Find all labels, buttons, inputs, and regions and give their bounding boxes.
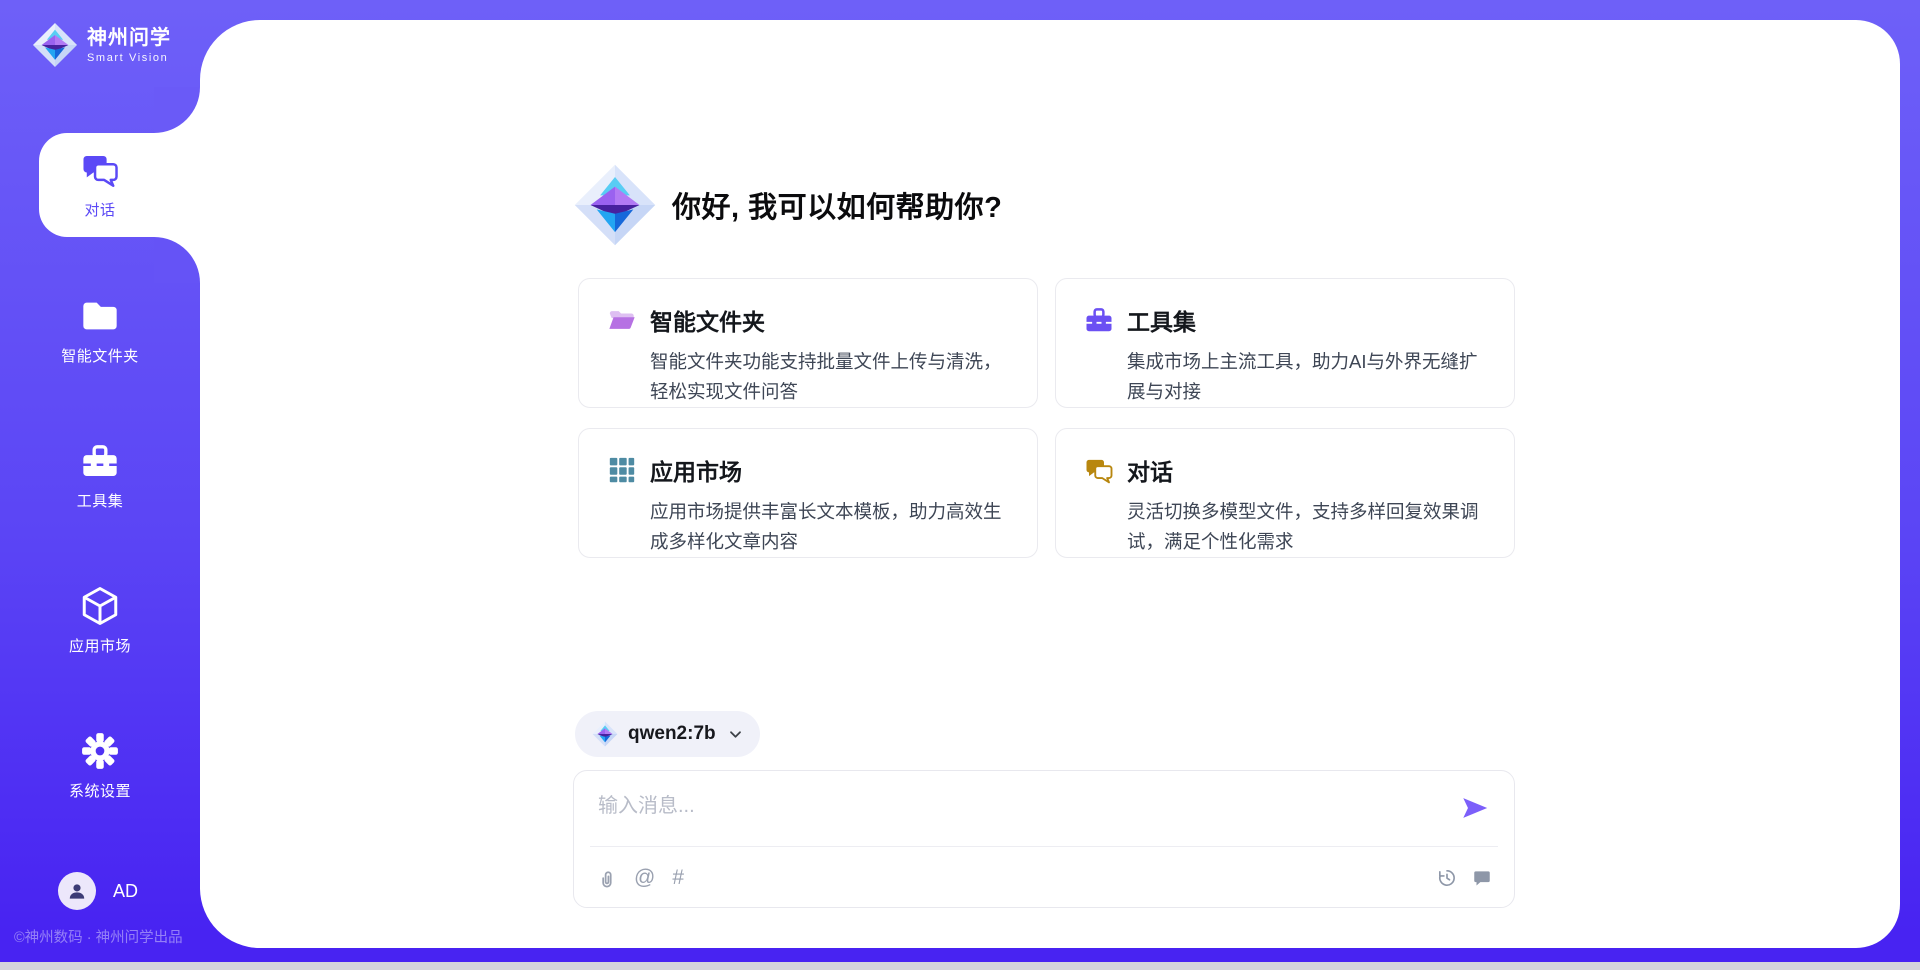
- card-title: 对话: [1127, 453, 1173, 487]
- sidebar-item-label: 应用市场: [69, 635, 131, 656]
- sidebar-item-settings[interactable]: 系统设置: [0, 731, 200, 801]
- composer-tools-left: @ #: [596, 866, 684, 890]
- card-header: 智能文件夹: [607, 303, 1017, 337]
- footer-credit: ©神州数码 · 神州问学出品: [14, 926, 183, 947]
- card-title: 工具集: [1127, 303, 1196, 337]
- chat-bubble-icon: [1472, 868, 1492, 888]
- avatar: [58, 872, 96, 910]
- sidebar-item-chat[interactable]: 对话: [0, 150, 200, 220]
- message-input[interactable]: [598, 789, 1448, 839]
- chat-icon: [80, 150, 120, 190]
- card-description: 应用市场提供丰富长文本模板，助力高效生成多样化文章内容: [650, 497, 1017, 557]
- brand: 神州问学 Smart Vision: [32, 22, 171, 68]
- app-background: 神州问学 Smart Vision 对话 智能文件夹 工具集: [0, 0, 1920, 970]
- composer-toolbar: @ #: [574, 847, 1514, 909]
- model-selector[interactable]: qwen2:7b: [575, 711, 760, 757]
- message-composer: @ #: [573, 770, 1515, 908]
- brand-logo-icon: [32, 22, 78, 68]
- card-chat[interactable]: 对话 灵活切换多模型文件，支持多样回复效果调试，满足个性化需求: [1055, 428, 1515, 558]
- greeting-title: 你好, 我可以如何帮助你?: [672, 184, 1002, 226]
- assistant-logo-icon: [573, 163, 657, 247]
- brand-name: 神州问学: [87, 26, 171, 50]
- card-header: 应用市场: [607, 453, 1017, 487]
- feature-cards: 智能文件夹 智能文件夹功能支持批量文件上传与清洗，轻松实现文件问答 工具集 集成…: [578, 278, 1515, 558]
- user-initials: AD: [113, 881, 138, 902]
- sidebar-item-label: 工具集: [77, 490, 124, 511]
- paperclip-icon: [596, 868, 617, 889]
- taskbar-sliver: [0, 962, 1920, 970]
- card-description: 灵活切换多模型文件，支持多样回复效果调试，满足个性化需求: [1127, 497, 1494, 557]
- card-header: 工具集: [1084, 303, 1494, 337]
- app-grid-icon: [607, 455, 637, 485]
- feedback-button[interactable]: [1472, 866, 1492, 890]
- folder-open-icon: [607, 305, 637, 335]
- model-name: qwen2:7b: [628, 723, 716, 745]
- folder-icon: [80, 296, 120, 336]
- card-toolset[interactable]: 工具集 集成市场上主流工具，助力AI与外界无缝扩展与对接: [1055, 278, 1515, 408]
- mention-button[interactable]: @: [634, 866, 655, 890]
- card-title: 智能文件夹: [650, 303, 765, 337]
- greeting: 你好, 我可以如何帮助你?: [573, 163, 1002, 247]
- sidebar-item-label: 对话: [84, 199, 115, 220]
- gear-icon: [80, 731, 120, 771]
- cube-icon: [79, 586, 121, 626]
- person-icon: [66, 880, 88, 902]
- history-button[interactable]: [1437, 866, 1457, 890]
- sidebar-item-label: 智能文件夹: [61, 345, 139, 366]
- card-header: 对话: [1084, 453, 1494, 487]
- send-button[interactable]: [1460, 793, 1490, 823]
- card-title: 应用市场: [650, 453, 742, 487]
- card-description: 智能文件夹功能支持批量文件上传与清洗，轻松实现文件问答: [650, 347, 1017, 407]
- sidebar-item-app-market[interactable]: 应用市场: [0, 586, 200, 656]
- composer-tools-right: [1437, 866, 1492, 890]
- sidebar-item-smart-folder[interactable]: 智能文件夹: [0, 296, 200, 366]
- main-panel: 你好, 我可以如何帮助你? 智能文件夹 智能文件夹功能支持批量文件上传与清洗，轻…: [200, 20, 1900, 948]
- sidebar-item-toolset[interactable]: 工具集: [0, 441, 200, 511]
- card-app-market[interactable]: 应用市场 应用市场提供丰富长文本模板，助力高效生成多样化文章内容: [578, 428, 1038, 558]
- attach-button[interactable]: [596, 866, 617, 890]
- sidebar: 神州问学 Smart Vision 对话 智能文件夹 工具集: [0, 0, 200, 962]
- briefcase-icon: [1084, 305, 1114, 335]
- send-icon: [1460, 793, 1490, 823]
- user-profile[interactable]: AD: [58, 872, 138, 910]
- active-notch-bottom: [154, 237, 200, 283]
- chat-bubbles-icon: [1084, 455, 1114, 485]
- brand-text: 神州问学 Smart Vision: [87, 26, 171, 64]
- sidebar-item-label: 系统设置: [69, 780, 131, 801]
- history-icon: [1437, 868, 1457, 888]
- active-notch-top: [154, 87, 200, 133]
- brand-subtitle: Smart Vision: [87, 52, 171, 64]
- chevron-down-icon: [728, 727, 743, 742]
- briefcase-icon: [80, 441, 120, 481]
- card-description: 集成市场上主流工具，助力AI与外界无缝扩展与对接: [1127, 347, 1494, 407]
- model-logo-icon: [592, 721, 618, 747]
- hashtag-button[interactable]: #: [672, 866, 684, 890]
- card-smart-folder[interactable]: 智能文件夹 智能文件夹功能支持批量文件上传与清洗，轻松实现文件问答: [578, 278, 1038, 408]
